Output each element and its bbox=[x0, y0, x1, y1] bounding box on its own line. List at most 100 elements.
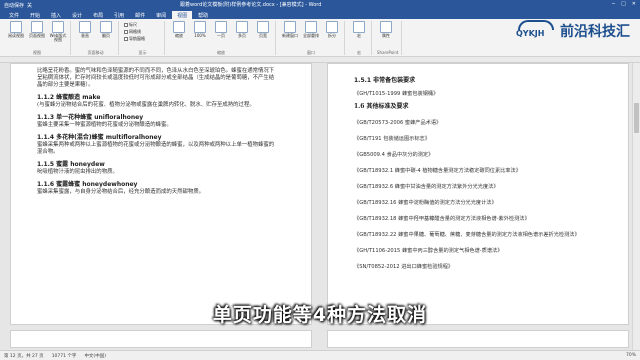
side-to-side-button[interactable]: 翻页 bbox=[97, 21, 115, 38]
section-heading: 1.1.5 蜜露 honeydew bbox=[37, 161, 105, 168]
body-text-line: (与蜜蜂分泌物结合后的花蜜、植物分泌物或蜜露在巢脾内转化、脱水、贮存至成熟的过程… bbox=[37, 102, 255, 108]
print-layout-label: 页面视图 bbox=[29, 33, 45, 38]
navigation-pane-checkbox[interactable]: 导航窗格 bbox=[124, 36, 145, 42]
word-count[interactable]: 10771 个字 bbox=[52, 353, 77, 359]
split-icon bbox=[326, 21, 338, 33]
page-width-icon bbox=[257, 21, 269, 33]
gridlines-checkbox[interactable]: 网格线 bbox=[124, 29, 141, 35]
one-page-label: 一页 bbox=[217, 33, 225, 38]
ruler-checkbox[interactable]: 标尺 bbox=[124, 22, 137, 28]
standard-item: 《GB/T18932.22 蜂蜜中果糖、葡萄糖、蔗糖、麦芽糖含量的测定方法液相色… bbox=[354, 232, 580, 238]
minimize-icon[interactable]: ─ bbox=[612, 1, 615, 7]
ruler-label: 标尺 bbox=[129, 22, 137, 27]
print-layout-button[interactable]: 页面视图 bbox=[28, 21, 46, 38]
maximize-icon[interactable]: □ bbox=[621, 1, 626, 7]
tab-layout[interactable]: 布局 bbox=[88, 11, 108, 19]
one-page-icon bbox=[215, 21, 227, 33]
standards-list: 《GB/T20573-2006 蜜蜂产品术语》 《GB/T191 包装储运图示标志… bbox=[354, 120, 608, 271]
one-page-button[interactable]: 一页 bbox=[212, 21, 230, 38]
autosave-state[interactable]: 关 bbox=[27, 2, 32, 9]
split-button[interactable]: 拆分 bbox=[323, 21, 341, 38]
zoom-label: 缩放 bbox=[175, 33, 183, 38]
page-content-left: 比略呈花粉香。蜜的气味和色泽随蜜源的不同而不同，色泽从水白色至深琥珀色。蜂蜜在通… bbox=[37, 68, 291, 196]
zoom-level[interactable]: 70% bbox=[626, 353, 636, 358]
macros-label: 宏 bbox=[357, 33, 361, 38]
zoom-button[interactable]: 缩放 bbox=[170, 21, 188, 38]
split-label: 拆分 bbox=[328, 33, 336, 38]
standard-item: 《GH/T1106-2015 蜂蜜中丙三醇含量的测定气相色谱-质谱法》 bbox=[354, 248, 503, 254]
body-text-line: 吮吸植物汁液的昆虫排出的物质。 bbox=[37, 169, 118, 175]
page-count[interactable]: 第 12 页，共 27 页 bbox=[4, 353, 44, 359]
page-width-label: 页宽 bbox=[259, 33, 267, 38]
autosave-label[interactable]: 自动保存 bbox=[4, 2, 24, 9]
brand-logo: QYKJH 前沿科技汇 bbox=[516, 16, 640, 46]
logo-name: 前沿科技汇 bbox=[560, 24, 630, 40]
tab-insert[interactable]: 插入 bbox=[46, 11, 66, 19]
macros-button[interactable]: 宏 bbox=[350, 21, 368, 38]
tab-help[interactable]: 帮助 bbox=[193, 11, 213, 19]
gridlines-label: 网格线 bbox=[129, 29, 141, 34]
multiple-pages-icon bbox=[236, 21, 248, 33]
page-icon bbox=[31, 21, 43, 33]
group-page-movement: 垂直 翻页 页面移动 bbox=[73, 21, 119, 55]
group-zoom: 缩放 100% 一页 多页 页宽 缩放 bbox=[167, 21, 276, 55]
checkbox-box-icon bbox=[124, 23, 128, 27]
standard-item: 《GB/T20573-2006 蜜蜂产品术语》 bbox=[354, 120, 442, 126]
close-icon[interactable]: ✕ bbox=[632, 1, 636, 7]
scrollbar-thumb[interactable] bbox=[634, 103, 639, 133]
arrange-all-button[interactable]: 全部重排 bbox=[302, 21, 320, 38]
document-page-next-left[interactable] bbox=[10, 330, 312, 348]
group-sharepoint: 属性 SharePoint bbox=[374, 21, 403, 55]
checkbox-box-icon bbox=[124, 37, 128, 41]
tab-review[interactable]: 审阅 bbox=[151, 11, 171, 19]
document-page-left[interactable]: 比略呈花粉香。蜜的气味和色泽随蜜源的不同而不同，色泽从水白色至深琥珀色。蜂蜜在通… bbox=[10, 63, 312, 325]
properties-label: 属性 bbox=[382, 33, 390, 38]
document-page-right[interactable]: 1.5.1 非常备包装要求 《GH/T1015-1999 蜂蜜包装钢桶》 1.6… bbox=[327, 63, 629, 325]
vertical-button[interactable]: 垂直 bbox=[76, 21, 94, 38]
globe-icon bbox=[52, 21, 64, 33]
group-show-name: 显示 bbox=[138, 50, 147, 55]
read-mode-button[interactable]: 阅读视图 bbox=[7, 21, 25, 38]
new-window-label: 新建窗口 bbox=[282, 33, 298, 38]
standard-item: 《GB/T18932.16 蜂蜜中淀粉酶值的测定方法分光光度计法》 bbox=[354, 200, 497, 206]
tab-home[interactable]: 开始 bbox=[25, 11, 45, 19]
status-bar: 第 12 页，共 27 页 10771 个字 中文(中国) 70% bbox=[0, 350, 640, 360]
logo-mark-text: QYKJH bbox=[516, 29, 545, 38]
logo-mark: QYKJH bbox=[516, 19, 558, 43]
tab-file[interactable]: 文件 bbox=[4, 11, 24, 19]
group-views: 阅读视图 页面视图 Web版式视图 视图 bbox=[4, 21, 71, 55]
tab-references[interactable]: 引用 bbox=[109, 11, 129, 19]
standard-item: 《GB5009.4 食品中灰分的测定》 bbox=[354, 152, 434, 158]
zoom-100-button[interactable]: 100% bbox=[191, 21, 209, 38]
document-page-next-right[interactable] bbox=[327, 330, 629, 348]
section-heading: 1.1.6 蜜露蜂蜜 honeydewhoney bbox=[37, 181, 138, 188]
quick-access-toolbar: 自动保存 关 bbox=[4, 2, 32, 9]
section-heading: 1.1.4 多花种(混合)蜂蜜 multifloralhoney bbox=[37, 134, 162, 141]
zoom-100-label: 100% bbox=[194, 33, 206, 38]
section-heading: 1.1.3 单一花种蜂蜜 unifloralhoney bbox=[37, 114, 144, 121]
side-to-side-icon bbox=[100, 21, 112, 33]
language[interactable]: 中文(中国) bbox=[84, 353, 106, 359]
page-width-button[interactable]: 页宽 bbox=[254, 21, 272, 38]
group-views-name: 视图 bbox=[33, 50, 41, 55]
standard-item: 《SN/T0852-2012 进出口蜂蜜检验规程》 bbox=[354, 264, 454, 270]
new-window-button[interactable]: 新建窗口 bbox=[281, 21, 299, 38]
tab-mailings[interactable]: 邮件 bbox=[130, 11, 150, 19]
section-heading: 1.6 其他标准及要求 bbox=[354, 103, 409, 110]
group-window-name: 窗口 bbox=[307, 50, 315, 55]
tab-design[interactable]: 设计 bbox=[67, 11, 87, 19]
group-macros-name: 宏 bbox=[357, 50, 361, 55]
standard-item: 《GB/T18932.6 蜂蜜中甘油含量的测定方法紫外分光光度法》 bbox=[354, 184, 499, 190]
multiple-pages-button[interactable]: 多页 bbox=[233, 21, 251, 38]
arrange-all-label: 全部重排 bbox=[303, 33, 319, 38]
group-window: 新建窗口 全部重排 拆分 窗口 bbox=[278, 21, 345, 55]
group-zoom-name: 缩放 bbox=[217, 50, 225, 55]
web-layout-button[interactable]: Web版式视图 bbox=[49, 21, 67, 42]
page-content-right: 1.5.1 非常备包装要求 《GH/T1015-1999 蜂蜜包装钢桶》 1.6… bbox=[354, 72, 608, 271]
tab-view[interactable]: 视图 bbox=[172, 11, 193, 19]
group-show: 标尺 网格线 导航窗格 显示 bbox=[121, 21, 165, 55]
body-text-line: 蜜蜂采集两种或两种以上蜜源植物的花蜜或分泌物酿造的蜂蜜，以及两种或两种以上单一植… bbox=[37, 142, 275, 148]
group-sharepoint-name: SharePoint bbox=[377, 50, 399, 55]
properties-button[interactable]: 属性 bbox=[377, 21, 395, 38]
arrange-all-icon bbox=[305, 21, 317, 33]
